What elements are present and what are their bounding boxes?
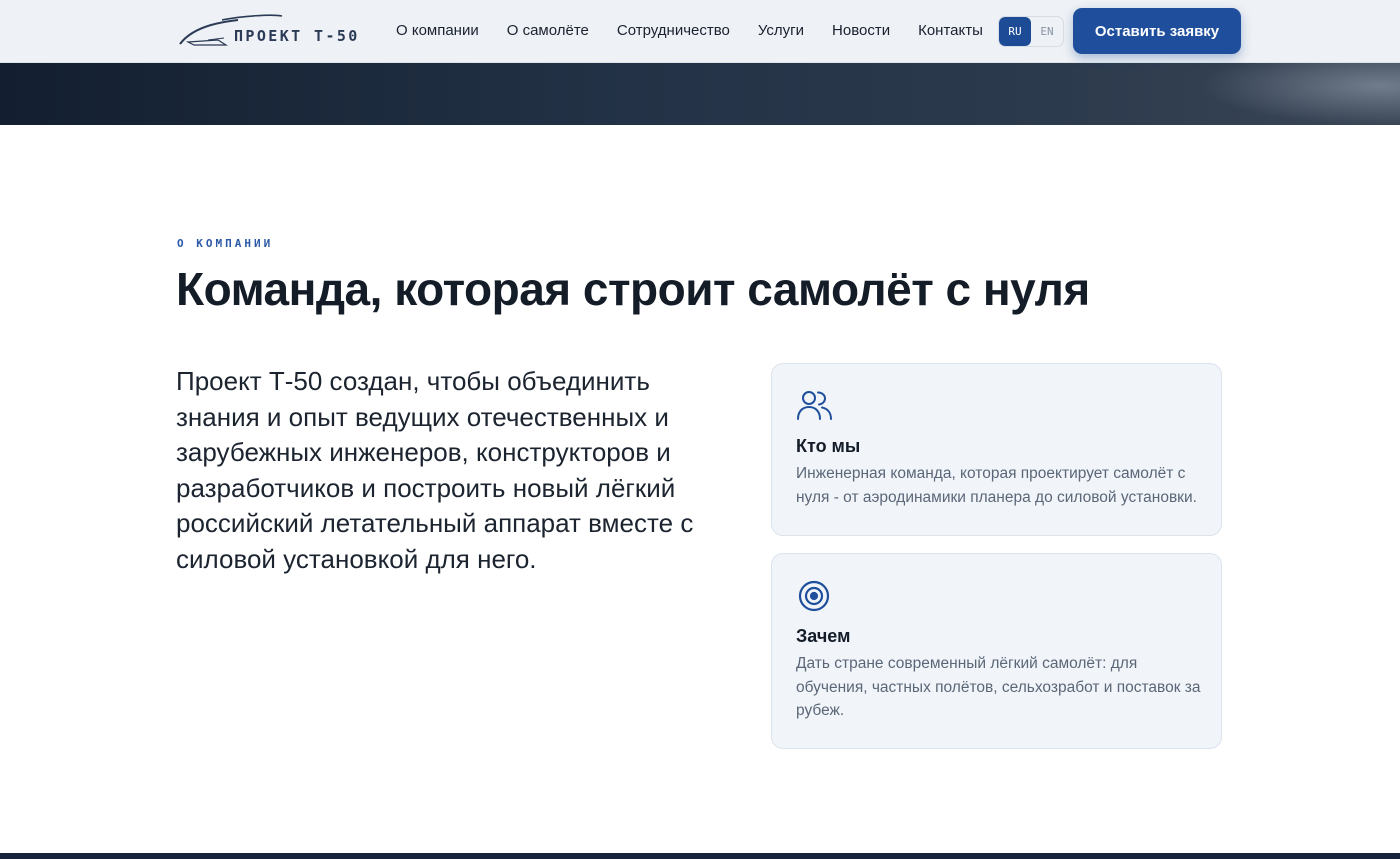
- card-text: Инженерная команда, которая проектирует …: [796, 465, 1197, 506]
- nav-item-company[interactable]: О компании: [396, 22, 479, 39]
- nav-item-contacts[interactable]: Контакты: [918, 22, 983, 39]
- card-title: Зачем: [796, 626, 851, 646]
- lang-en-button[interactable]: EN: [1031, 17, 1063, 46]
- target-icon: [796, 578, 832, 619]
- nav-item-news[interactable]: Новости: [832, 22, 890, 39]
- lang-ru-button[interactable]: RU: [999, 17, 1031, 46]
- next-section-edge: [0, 853, 1400, 859]
- card-title: Кто мы: [796, 436, 861, 456]
- nav-item-cooperation[interactable]: Сотрудничество: [617, 22, 730, 39]
- main-nav: О компании О самолёте Сотрудничество Усл…: [396, 22, 1011, 39]
- logo-text: ПРОЕКТ Т-50: [234, 27, 360, 45]
- card-why: Зачем Дать стране современный лёгкий сам…: [771, 553, 1222, 749]
- nav-item-aircraft[interactable]: О самолёте: [507, 22, 589, 39]
- submit-request-button[interactable]: Оставить заявку: [1073, 8, 1241, 54]
- nav-item-services[interactable]: Услуги: [758, 22, 804, 39]
- language-switcher: RU EN: [998, 16, 1064, 47]
- card-who-we-are: Кто мы Инженерная команда, которая проек…: [771, 363, 1222, 536]
- logo[interactable]: ПРОЕКТ Т-50: [178, 14, 363, 48]
- section-eyebrow: О КОМПАНИИ: [177, 237, 274, 250]
- section-title: Команда, которая строит самолёт с нуля: [176, 263, 1090, 315]
- section-lead: Проект Т-50 создан, чтобы объединить зна…: [176, 366, 694, 574]
- users-icon: [796, 388, 834, 427]
- site-header: ПРОЕКТ Т-50 О компании О самолёте Сотруд…: [0, 0, 1400, 63]
- card-text: Дать стране современный лёгкий самолёт: …: [796, 655, 1201, 719]
